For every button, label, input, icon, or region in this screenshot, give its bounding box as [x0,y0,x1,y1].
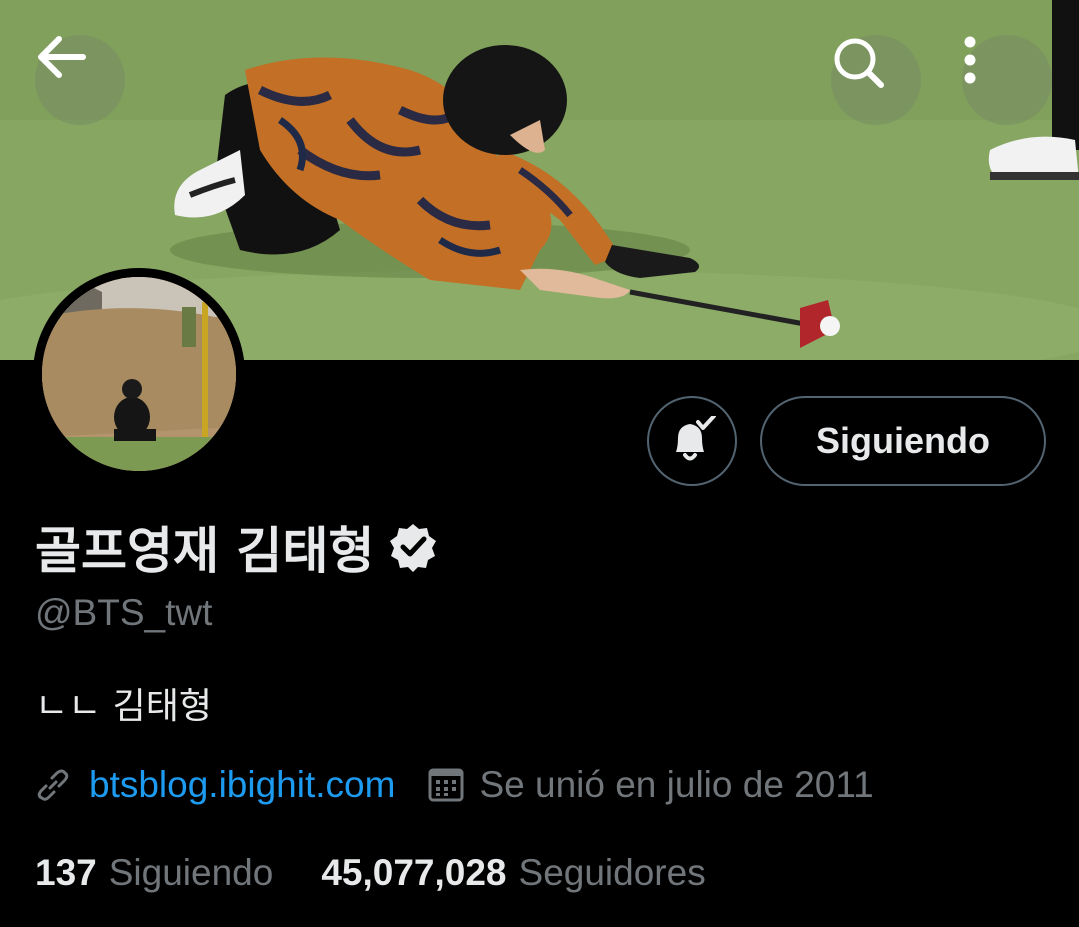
join-date: Se unió en julio de 2011 [479,764,874,805]
bio: ㄴㄴ 김태형 [35,686,213,727]
bell-check-icon [676,416,716,461]
following-count: 137 [35,852,97,893]
search-button[interactable] [831,35,921,125]
following-stat[interactable]: 137 Siguiendo [35,852,273,894]
followers-label: Seguidores [518,852,706,893]
profile-meta: btsblog.ibighit.com Se unió en julio de … [35,758,874,812]
display-name: 골프영재 김태형 [35,522,375,580]
following-label: Siguiendo [108,852,274,893]
user-handle: @BTS_twt [35,592,213,633]
verified-badge-icon[interactable] [388,522,438,572]
website-link[interactable]: btsblog.ibighit.com [89,764,395,806]
followers-count: 45,077,028 [321,852,507,893]
calendar-icon [428,768,464,802]
search-icon [834,38,884,88]
back-button[interactable] [35,35,125,125]
arrow-left-icon [38,36,86,78]
more-vertical-icon [964,36,976,84]
display-name-row: 골프영재 김태형 [35,512,438,582]
avatar-image [42,277,236,471]
profile-page: Siguiendo 골프영재 김태형 @BTS_twt ㄴㄴ 김태형 btsbl… [0,0,1079,927]
notifications-button[interactable] [647,396,737,486]
link-icon [37,769,69,801]
more-options-button[interactable] [962,35,1052,125]
following-button[interactable]: Siguiendo [760,396,1046,486]
avatar[interactable] [33,268,245,480]
follow-stats: 137 Siguiendo 45,077,028 Seguidores [35,846,706,900]
followers-stat[interactable]: 45,077,028 Seguidores [321,852,705,894]
